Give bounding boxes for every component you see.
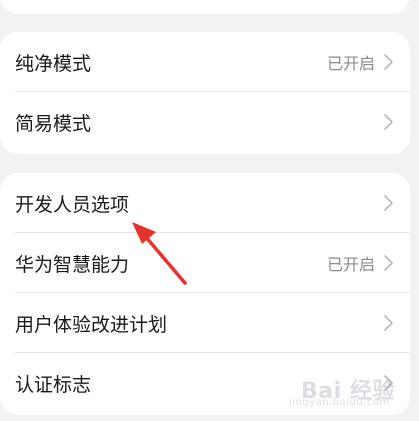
setting-row-user-experience-program[interactable]: 用户体验改进计划 <box>0 293 410 353</box>
setting-row-simple-mode[interactable]: 简易模式 <box>0 92 410 152</box>
chevron-right-icon <box>384 114 393 130</box>
setting-label: 简易模式 <box>15 112 92 135</box>
setting-status: 已开启 <box>326 255 375 274</box>
setting-label: 华为智慧能力 <box>15 253 130 276</box>
watermark-url: jingyan.baidu.com <box>289 397 390 408</box>
previous-settings-card <box>0 0 410 14</box>
chevron-right-icon <box>384 195 393 211</box>
setting-row-developer-options[interactable]: 开发人员选项 <box>0 173 410 233</box>
setting-label: 开发人员选项 <box>15 193 130 216</box>
setting-label: 用户体验改进计划 <box>15 313 168 336</box>
chevron-right-icon <box>384 315 393 331</box>
chevron-right-icon <box>384 255 393 271</box>
baidu-jingyan-watermark: Bai 经验 jingyan.baidu.com <box>287 373 407 415</box>
setting-row-pure-mode[interactable]: 纯净模式 已开启 <box>0 32 410 92</box>
chevron-right-icon <box>384 54 393 70</box>
setting-status: 已开启 <box>326 54 375 73</box>
setting-label: 纯净模式 <box>15 52 92 75</box>
settings-group-modes: 纯净模式 已开启 简易模式 <box>0 32 410 154</box>
setting-row-huawei-smart-ability[interactable]: 华为智慧能力 已开启 <box>0 233 410 293</box>
